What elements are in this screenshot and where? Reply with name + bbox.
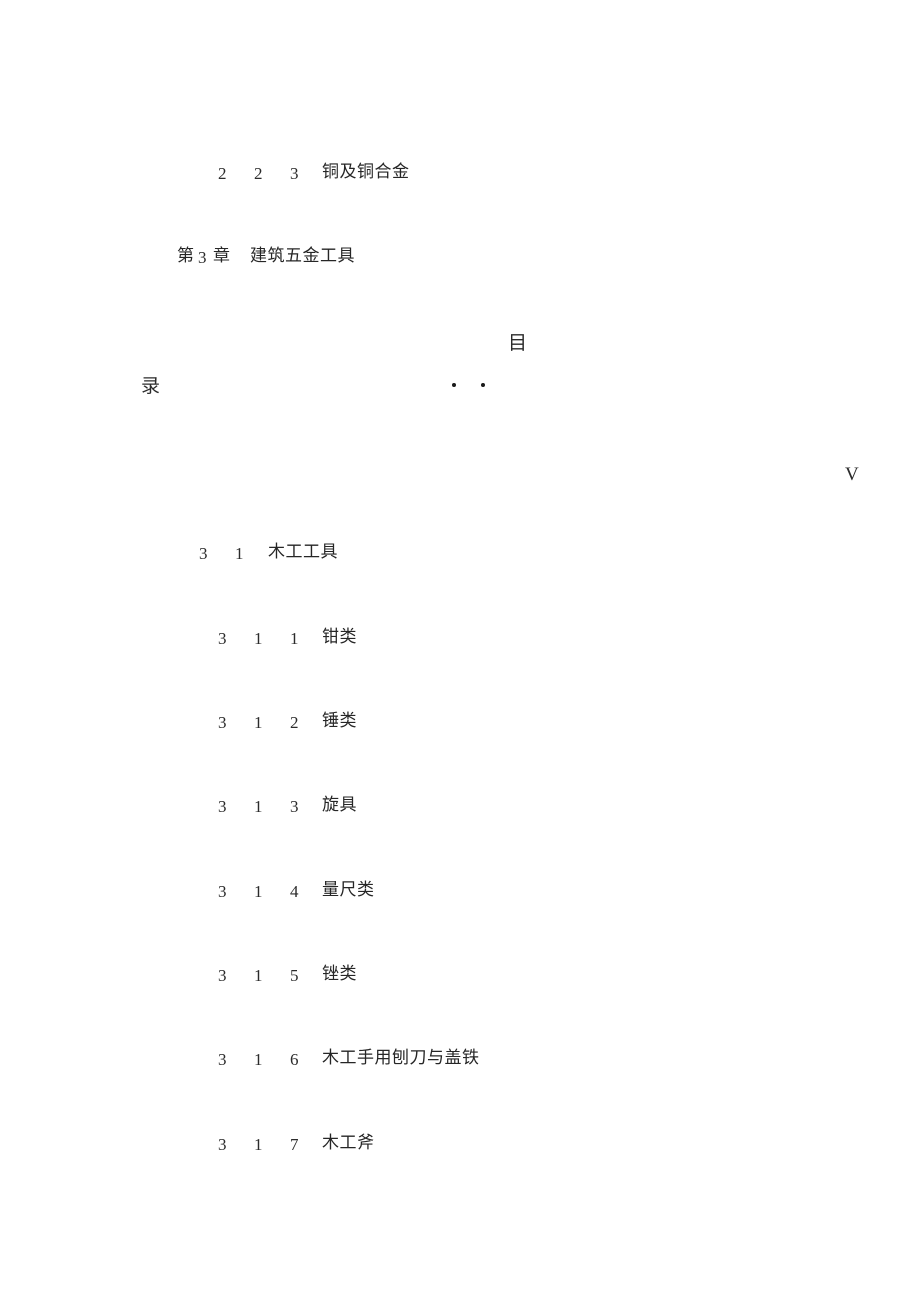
entry-number-part-3: 6	[290, 1050, 299, 1069]
entry-number-part-2: 1	[254, 966, 263, 985]
entry-number-part-1: 3	[218, 1135, 227, 1154]
chapter-title: 建筑五金工具	[250, 246, 355, 266]
entry-title: 量尺类	[322, 880, 375, 900]
document-page: 2 2 3 铜及铜合金 第 3 章 建筑五金工具 目 录 V 3 1 木工工具 …	[0, 0, 920, 1302]
toc-header-char-mu: 目	[508, 332, 528, 354]
entry-title: 木工斧	[322, 1133, 375, 1153]
leader-dot-2	[481, 383, 485, 387]
entry-number-part-3: 3	[290, 164, 299, 183]
entry-title: 钳类	[322, 627, 357, 647]
entry-number-part-2: 1	[254, 629, 263, 648]
toc-header-char-lu: 录	[141, 375, 161, 397]
chapter-prefix: 第	[177, 246, 195, 266]
entry-number-part-1: 3	[199, 544, 208, 563]
entry-number-part-2: 1	[254, 1050, 263, 1069]
entry-number-part-3: 1	[290, 629, 299, 648]
entry-number-part-3: 7	[290, 1135, 299, 1154]
entry-number-part-3: 5	[290, 966, 299, 985]
entry-number-part-1: 2	[218, 164, 227, 183]
entry-title: 锉类	[322, 964, 357, 984]
entry-number-part-1: 3	[218, 713, 227, 732]
entry-number-part-1: 3	[218, 797, 227, 816]
entry-number-part-2: 1	[235, 544, 244, 563]
entry-number-part-2: 1	[254, 1135, 263, 1154]
entry-number-part-2: 2	[254, 164, 263, 183]
entry-number-part-1: 3	[218, 966, 227, 985]
entry-number-part-1: 3	[218, 629, 227, 648]
entry-title: 旋具	[322, 795, 357, 815]
entry-title: 木工手用刨刀与盖铁	[322, 1048, 480, 1068]
entry-number-part-3: 4	[290, 882, 299, 901]
entry-number-part-1: 3	[218, 1050, 227, 1069]
entry-number-part-2: 1	[254, 882, 263, 901]
leader-dot-1	[452, 383, 456, 387]
chapter-suffix: 章	[213, 246, 231, 266]
entry-number-part-1: 3	[218, 882, 227, 901]
chapter-number: 3	[198, 248, 207, 267]
entry-number-part-2: 1	[254, 797, 263, 816]
entry-number-part-3: 2	[290, 713, 299, 732]
entry-title: 木工工具	[268, 542, 338, 562]
entry-title: 铜及铜合金	[322, 162, 410, 182]
page-folio-number: V	[845, 464, 859, 485]
entry-number-part-2: 1	[254, 713, 263, 732]
entry-number-part-3: 3	[290, 797, 299, 816]
entry-title: 锤类	[322, 711, 357, 731]
